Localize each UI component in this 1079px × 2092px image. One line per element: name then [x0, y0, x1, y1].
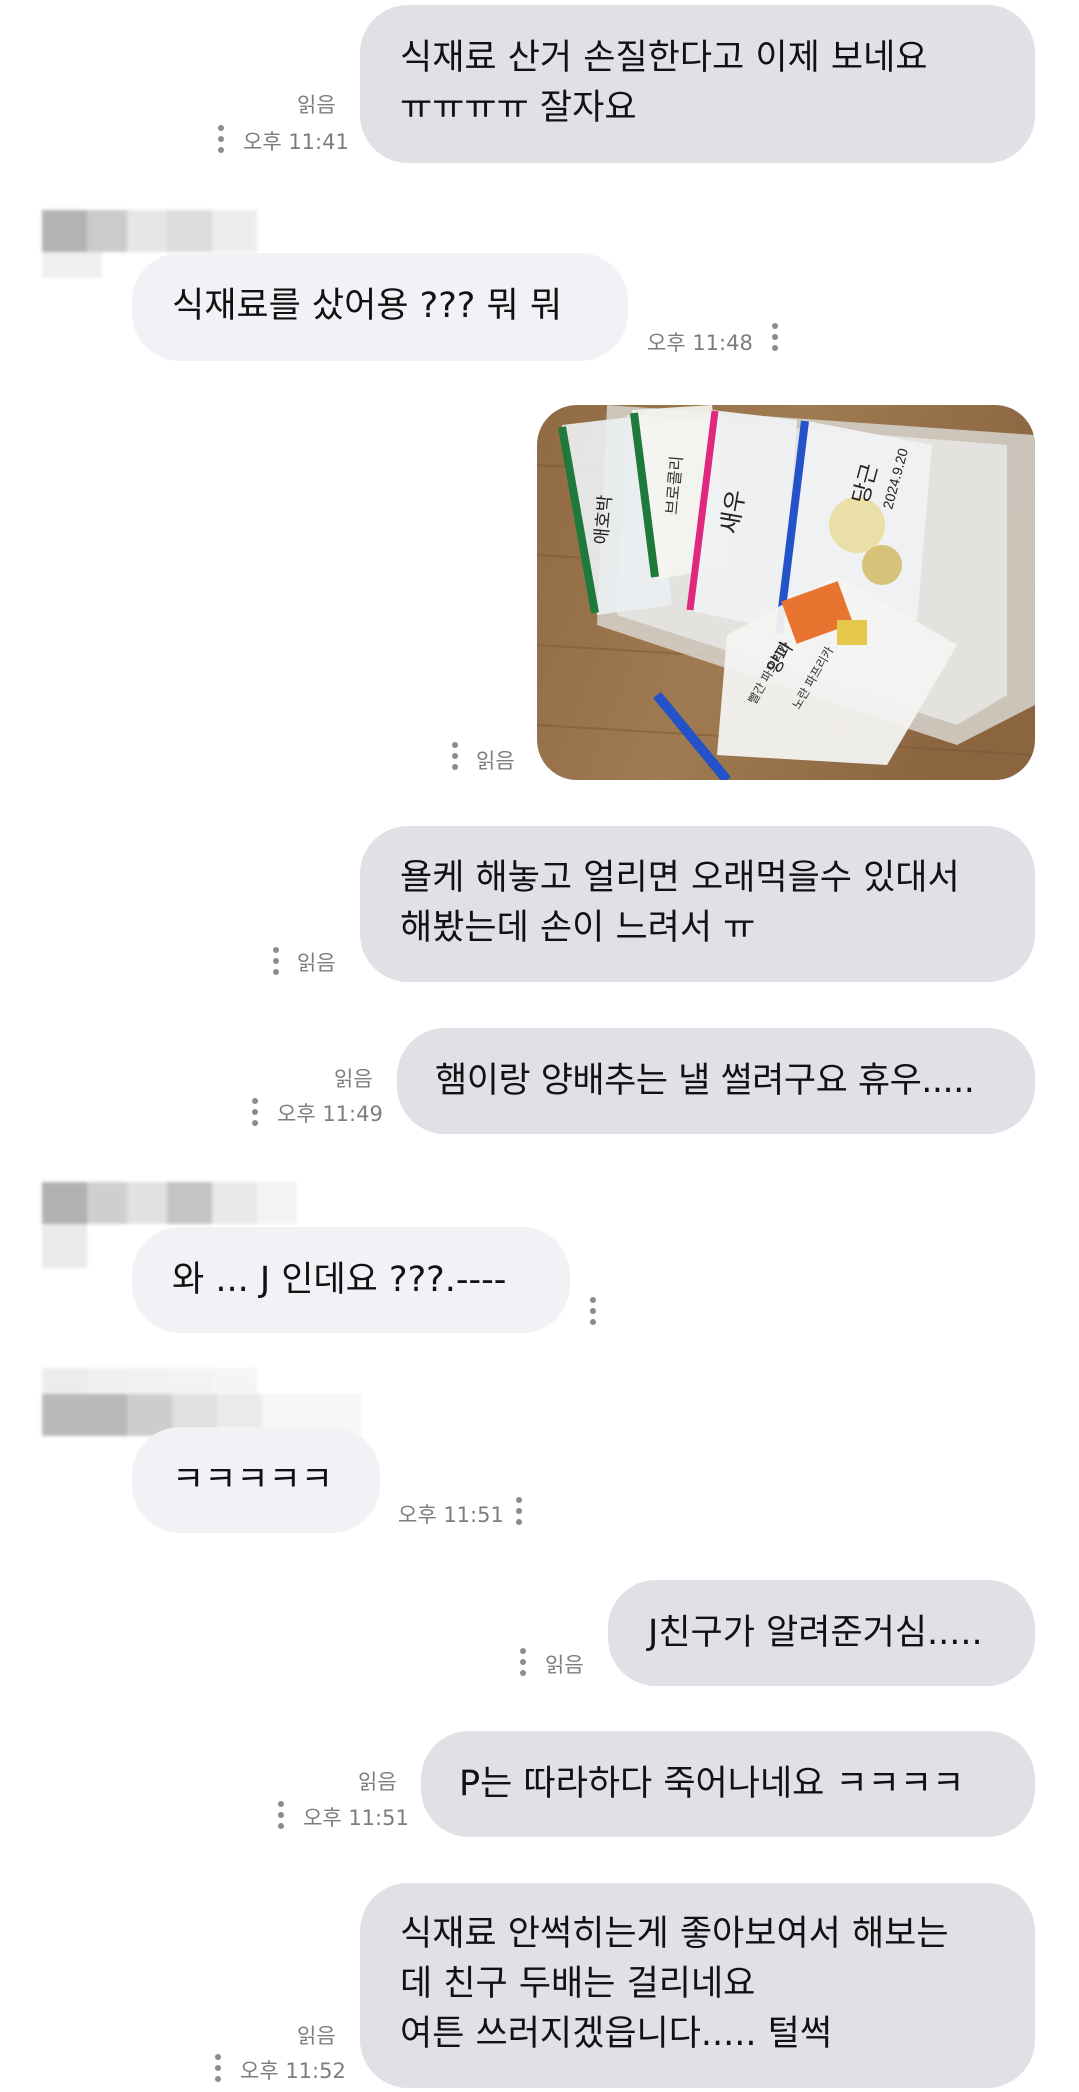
- more-options-icon[interactable]: [272, 947, 280, 980]
- more-options-icon[interactable]: [214, 2054, 222, 2087]
- message-time: 오후 11:48: [647, 331, 753, 355]
- message-line: ㅋㅋㅋㅋㅋ: [172, 1460, 334, 1500]
- message-line: 데 친구 두배는 걸리네요: [400, 1964, 756, 2004]
- message-line: 햄이랑 양배추는 낼 썰려구요 휴우.....: [435, 1061, 975, 1101]
- frozen-ingredients-photo: 새우 당근 2024.9.20 애호박 브로콜리 양파 빨간 파프리카 노란 파…: [537, 405, 1035, 780]
- sender-name-blurred: [42, 1368, 362, 1436]
- more-options-icon[interactable]: [217, 125, 225, 158]
- message-bubble[interactable]: 식재료 안썩히는게 좋아보여서 해보는 데 친구 두배는 걸리네요 여튼 쓰러지…: [360, 1883, 1035, 2088]
- more-options-icon[interactable]: [251, 1098, 259, 1131]
- message-time: 오후 11:51: [303, 1806, 409, 1830]
- more-options-icon[interactable]: [451, 742, 459, 775]
- read-status: 읽음: [334, 1067, 373, 1091]
- read-status: 읽음: [297, 93, 336, 117]
- more-options-icon[interactable]: [277, 1801, 285, 1834]
- message-time: 오후 11:52: [240, 2059, 346, 2083]
- message-line: 욜케 해놓고 얼리면 오래먹을수 있대서: [400, 858, 960, 898]
- message-bubble[interactable]: 햄이랑 양배추는 낼 썰려구요 휴우.....: [397, 1028, 1035, 1134]
- read-status: 읽음: [476, 749, 515, 773]
- message-line: J친구가 알려준거심.....: [648, 1613, 983, 1653]
- message-bubble[interactable]: 와 ... J 인데요 ???.----: [132, 1227, 570, 1333]
- photo-message[interactable]: 새우 당근 2024.9.20 애호박 브로콜리 양파 빨간 파프리카 노란 파…: [537, 405, 1035, 780]
- message-line: P는 따라하다 죽어나네요 ㅋㅋㅋㅋ: [459, 1764, 965, 1804]
- message-bubble[interactable]: 식재료를 샀어용 ??? 뭐 뭐: [132, 253, 628, 361]
- message-bubble[interactable]: J친구가 알려준거심.....: [608, 1580, 1035, 1686]
- read-status: 읽음: [297, 951, 336, 975]
- message-bubble[interactable]: 욜케 해놓고 얼리면 오래먹을수 있대서 해봤는데 손이 느려서 ㅠ: [360, 826, 1035, 982]
- more-options-icon[interactable]: [519, 1648, 527, 1681]
- message-line: 식재료를 샀어용 ??? 뭐 뭐: [172, 286, 563, 326]
- message-time: 오후 11:49: [277, 1102, 383, 1126]
- message-line: 식재료 안썩히는게 좋아보여서 해보는: [400, 1914, 949, 1954]
- message-line: 와 ... J 인데요 ???.----: [172, 1260, 507, 1300]
- message-time: 오후 11:51: [398, 1503, 504, 1527]
- message-line: ㅠㅠㅠㅠ 잘자요: [400, 88, 637, 128]
- message-bubble[interactable]: P는 따라하다 죽어나네요 ㅋㅋㅋㅋ: [421, 1731, 1035, 1837]
- message-time: 오후 11:41: [243, 130, 349, 154]
- message-bubble[interactable]: ㅋㅋㅋㅋㅋ: [132, 1427, 380, 1533]
- read-status: 읽음: [358, 1770, 397, 1794]
- more-options-icon[interactable]: [515, 1497, 523, 1530]
- message-line: 여튼 쓰러지겠읍니다..... 털썩: [400, 2014, 833, 2054]
- message-line: 해봤는데 손이 느려서 ㅠ: [400, 908, 756, 948]
- message-bubble[interactable]: 식재료 산거 손질한다고 이제 보네요 ㅠㅠㅠㅠ 잘자요: [360, 5, 1035, 163]
- more-options-icon[interactable]: [771, 323, 779, 356]
- more-options-icon[interactable]: [589, 1297, 597, 1330]
- read-status: 읽음: [545, 1653, 584, 1677]
- read-status: 읽음: [297, 2024, 336, 2048]
- message-line: 식재료 산거 손질한다고 이제 보네요: [400, 38, 928, 78]
